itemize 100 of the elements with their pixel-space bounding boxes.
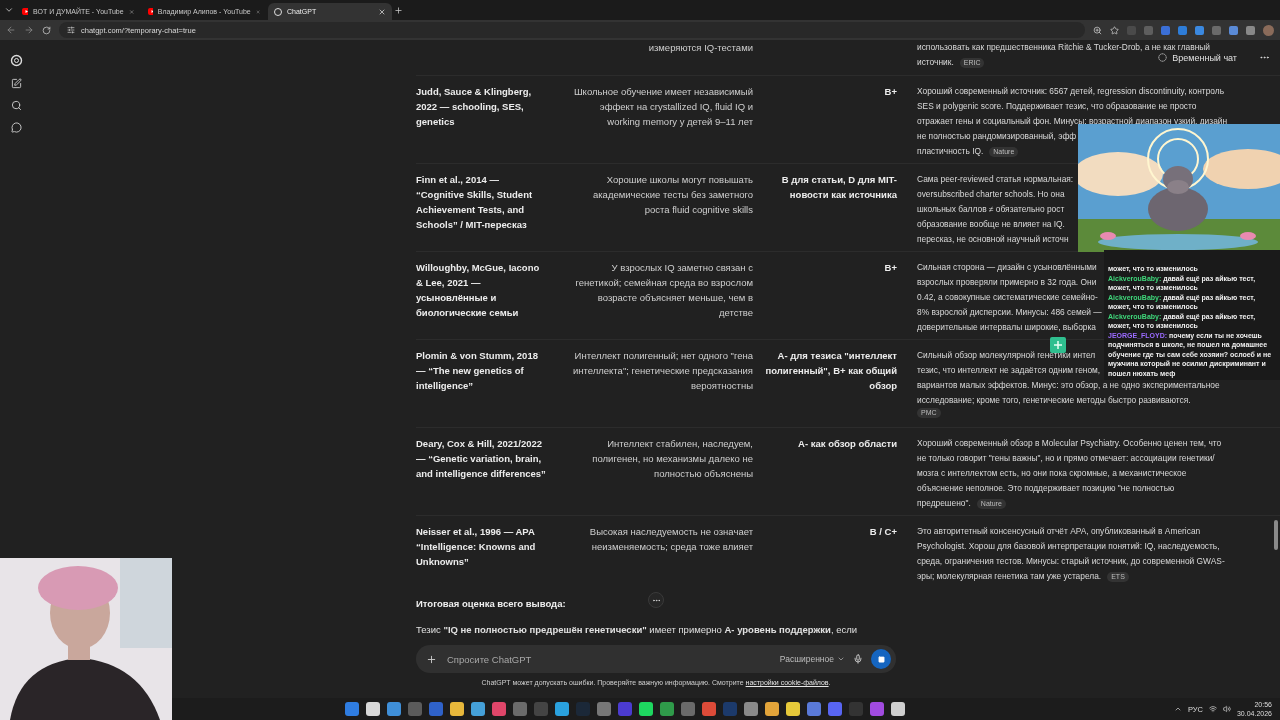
mode-selector[interactable]: Расширенное [779, 654, 845, 664]
zoom-icon[interactable] [1093, 25, 1102, 35]
app-icon[interactable] [765, 702, 779, 716]
app-icon[interactable] [702, 702, 716, 716]
note-line: исследование; кроме того, генетические методы быстро развиваются. [917, 394, 1191, 407]
source-cell-text: Plomin & von Stumm, 2018 — “The new genetics of intelligence” [416, 349, 539, 393]
app-icon[interactable] [870, 702, 884, 716]
prompt-field[interactable]: Спросите ChatGPT [445, 652, 772, 666]
claim-cell-text: Хорошие школы могут повышать академические тесты без заметного роста fluid cognitive skills [591, 173, 753, 217]
scroll-down-button[interactable] [648, 592, 664, 608]
app-icon[interactable] [681, 702, 695, 716]
claim-cell-text: Интеллект стабилен, наследуем, полигенен, но механизмы далеко не полностью объяснены [591, 437, 753, 481]
close-icon[interactable] [128, 7, 134, 16]
note-line: Сама peer-reviewed статья нормальная: [917, 173, 1074, 186]
scrollbar-thumb[interactable] [1274, 520, 1278, 550]
logo-icon[interactable] [9, 54, 23, 67]
note-line: Psychologist. Хорош для базовой интерпретации понятий: IQ, наследуемость, [917, 540, 1220, 553]
grade-cell-text: B для статьи, D для MIT-новости как источника [780, 173, 897, 202]
note-line: эры; молекулярная генетика там уже устарела. [917, 570, 1102, 583]
app-icon[interactable] [597, 702, 611, 716]
note-line: доверительные интервалы широкие, выборка [917, 321, 1096, 334]
summary-text: Тезис "IQ не полностью предрешён генетически" имеет примерно A- уровень поддержки, если [416, 623, 859, 637]
back-icon[interactable] [6, 25, 16, 35]
note-line: пересказ, не основной научный источн [917, 233, 1069, 246]
app-icon[interactable] [723, 702, 737, 716]
temporary-chat-button[interactable]: Временный чат [1158, 52, 1237, 63]
avatar-icon[interactable] [1263, 24, 1274, 36]
video-icon [148, 8, 153, 15]
close-icon[interactable] [378, 7, 386, 16]
tab-list-icon[interactable] [4, 5, 14, 15]
note-line: не полностью рандомизированный, эфф [917, 130, 1077, 143]
grade-cell-text: A- для тезиса "интеллект полигенный", B+ как общий обзор [764, 349, 897, 393]
claim-cell-text: измеряются IQ-тестами [647, 41, 753, 55]
source-cell-text: Neisser et al., 1996 — APA “Intelligence: Knowns and Unknowns” [416, 525, 537, 569]
site-settings-icon[interactable] [67, 26, 75, 34]
note-line: мозга с интеллектом есть, но они пока скромные, а механистическое [917, 467, 1187, 480]
app-icon[interactable] [555, 702, 569, 716]
claim-cell-text: Высокая наследуемость не означает неизменяемость; среда тоже влияет [588, 525, 753, 554]
note-line: пластичность IQ. [917, 145, 984, 158]
app-icon[interactable] [366, 702, 380, 716]
add-icon[interactable] [426, 653, 437, 665]
app-icon[interactable] [786, 702, 800, 716]
note-line: Хороший современный обзор в Molecular Psychiatry. Особенно ценен тем, что [917, 437, 1222, 450]
source-cell-text: Finn et al., 2014 — “Cognitive Skills, Student Achievement Tests, and Schools” / MIT-пересказ [416, 173, 534, 232]
composer[interactable]: Спросите ChatGPT Расширенное [416, 645, 896, 673]
app-icon[interactable] [618, 702, 632, 716]
note-line: Это авторитетный консенсусный отчёт APA, опубликованный в American [917, 525, 1201, 538]
app-icon[interactable] [639, 702, 653, 716]
volume-icon[interactable] [1222, 705, 1231, 713]
new-tab-icon[interactable] [394, 5, 403, 15]
reload-icon[interactable] [42, 25, 51, 35]
note-line: не только говорит "гены важны", но и прямо отмечает: ассоциации генетики/ [917, 452, 1215, 465]
note-line: 0.42, а совокупные систематические семейно- [917, 291, 1098, 304]
app-icon[interactable] [345, 702, 359, 716]
search-icon[interactable] [10, 100, 22, 111]
app-icon[interactable] [534, 702, 548, 716]
tray-icon[interactable] [1173, 705, 1182, 713]
note-line: 8% взрослой дисперсии. Минусы: 486 семей — [917, 306, 1102, 319]
note-line: тезис, что интеллект не задаётся одним геном, [917, 364, 1101, 377]
note-line: Сильная сторона — дизайн с усыновлёнными [917, 261, 1097, 274]
wifi-icon[interactable] [1208, 705, 1217, 713]
note-line: среда, ограничения тестов. Минусы: старый источник, до современной GWAS- [917, 555, 1225, 568]
claim-cell-text: Школьное обучение имеет независимый эффект на crystallized IQ, fluid IQ и working memory у детей 9–11 лет [572, 85, 753, 129]
app-icon[interactable] [450, 702, 464, 716]
source-cell-text: Deary, Cox & Hill, 2021/2022 — “Genetic variation, brain, and intelligence differences” [416, 437, 547, 481]
app-icon[interactable] [660, 702, 674, 716]
extension-icon[interactable] [1050, 337, 1066, 353]
caret-icon [837, 655, 845, 663]
forward-icon[interactable] [24, 25, 34, 35]
app-icon[interactable] [828, 702, 842, 716]
grade-cell-text: A- как обзор области [797, 437, 897, 451]
chat-bubble-icon[interactable] [10, 122, 22, 133]
claim-cell-text: Интеллект полигенный; нет одного "гена интеллекта"; генетические предсказания вероятностны [571, 349, 753, 393]
app-icon[interactable] [513, 702, 527, 716]
app-icon[interactable] [744, 702, 758, 716]
claim-cell-text: У взрослых IQ заметно связан с генетикой; семейная среда во взрослом возрасте объясняет меньше, чем в детстве [574, 261, 753, 320]
dashed-circle-icon [1158, 53, 1168, 62]
chat-logo-icon [274, 7, 282, 16]
grade-cell-text: B+ [883, 261, 897, 275]
note-line: объяснение неполное. Это поддерживает позицию "не полностью [917, 482, 1175, 495]
note-line: Сильный обзор молекулярной генетики интел [917, 349, 1096, 362]
note-line: SES и polygenic score. Поддерживает тезис, что образование не просто [917, 100, 1197, 113]
note-line: вариантов малых эффектов. Минус: это обзор, а не одно экспериментальное [917, 379, 1220, 392]
note-line: взрослых проверяли примерно в 32 года. Они [917, 276, 1097, 289]
mic-icon[interactable] [853, 654, 863, 664]
bookmark-icon[interactable] [1110, 25, 1119, 35]
app-icon[interactable] [429, 702, 443, 716]
app-icon[interactable] [891, 702, 905, 716]
video-icon [22, 8, 29, 15]
note-line: использовать как предшественника Ritchie & Tucker-Drob, а не как главный [917, 41, 1210, 54]
new-chat-icon[interactable] [10, 78, 22, 89]
source-cell-text: Willoughby, McGue, Iacono & Lee, 2021 — усыновлённые и биологические семьи [416, 261, 541, 320]
app-icon[interactable] [807, 702, 821, 716]
app-icon[interactable] [492, 702, 506, 716]
app-icon[interactable] [408, 702, 422, 716]
note-line: источник. [917, 56, 954, 69]
app-icon[interactable] [471, 702, 485, 716]
summary-heading: Итоговая оценка всего вывода: [416, 597, 566, 611]
stop-button[interactable] [871, 649, 891, 669]
app-icon[interactable] [387, 702, 401, 716]
